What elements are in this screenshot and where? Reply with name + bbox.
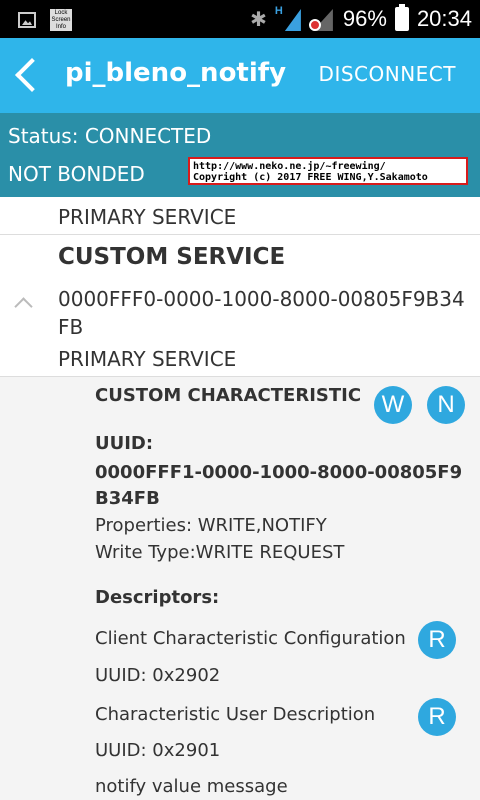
signal-h-icon: H xyxy=(275,5,301,31)
service-type-label: PRIMARY SERVICE xyxy=(58,347,237,371)
connection-status: Status: CONNECTED xyxy=(8,124,212,148)
divider xyxy=(0,234,480,235)
service-name[interactable]: CUSTOM SERVICE xyxy=(58,244,285,270)
descriptor-uuid: UUID: 0x2902 xyxy=(95,665,221,686)
service-uuid: 0000FFF0-0000-1000-8000-00805F9B34FB xyxy=(58,287,465,339)
read-button[interactable]: R xyxy=(418,621,456,659)
descriptor-uuid: UUID: 0x2901 xyxy=(95,740,221,761)
write-type-text: Write Type:WRITE REQUEST xyxy=(95,542,345,563)
service-type-label[interactable]: PRIMARY SERVICE xyxy=(58,205,236,229)
image-icon xyxy=(18,12,36,28)
battery-icon xyxy=(394,4,409,31)
system-status-bar: Lock Screen Info ✱ H 96% 20:34 xyxy=(0,0,480,38)
uuid-label: UUID: xyxy=(95,433,154,454)
status-icons: ✱ H 96% 20:34 xyxy=(250,0,472,38)
clock: 20:34 xyxy=(416,6,472,31)
descriptor-value: notify value message xyxy=(95,776,288,797)
descriptors-heading: Descriptors: xyxy=(95,587,220,608)
properties-text: Properties: WRITE,NOTIFY xyxy=(95,515,327,536)
lock-screen-info-icon: Lock Screen Info xyxy=(50,9,72,31)
back-arrow-icon[interactable] xyxy=(12,56,42,94)
notification-icons: Lock Screen Info xyxy=(18,9,72,31)
copyright-overlay: http://www.neko.ne.jp/~freewing/ Copyrig… xyxy=(188,157,468,185)
bond-status: NOT BONDED xyxy=(8,162,145,186)
signal-no-sim-icon xyxy=(308,7,335,31)
battery-percent: 96% xyxy=(342,6,387,31)
characteristic-name: CUSTOM CHARACTERISTIC xyxy=(95,385,362,406)
write-button[interactable]: W xyxy=(374,386,412,424)
bluetooth-icon: ✱ xyxy=(250,8,267,31)
characteristic-panel xyxy=(0,377,480,800)
read-button[interactable]: R xyxy=(418,698,456,736)
descriptor-name: Client Characteristic Configuration xyxy=(95,628,406,649)
app-bar: pi_bleno_notify DISCONNECT xyxy=(0,38,480,113)
chevron-up-icon[interactable] xyxy=(14,296,30,312)
characteristic-uuid: 0000FFF1-0000-1000-8000-00805F9B34FB xyxy=(95,462,463,509)
page-title: pi_bleno_notify xyxy=(65,58,287,88)
copyright-url: http://www.neko.ne.jp/~freewing/ xyxy=(193,161,386,172)
descriptor-name: Characteristic User Description xyxy=(95,704,376,725)
copyright-text: Copyright (c) 2017 FREE WING,Y.Sakamoto xyxy=(193,172,428,183)
disconnect-button[interactable]: DISCONNECT xyxy=(319,62,456,86)
notify-button[interactable]: N xyxy=(427,386,465,424)
connection-status-panel: Status: CONNECTED NOT BONDED http://www.… xyxy=(0,113,480,197)
